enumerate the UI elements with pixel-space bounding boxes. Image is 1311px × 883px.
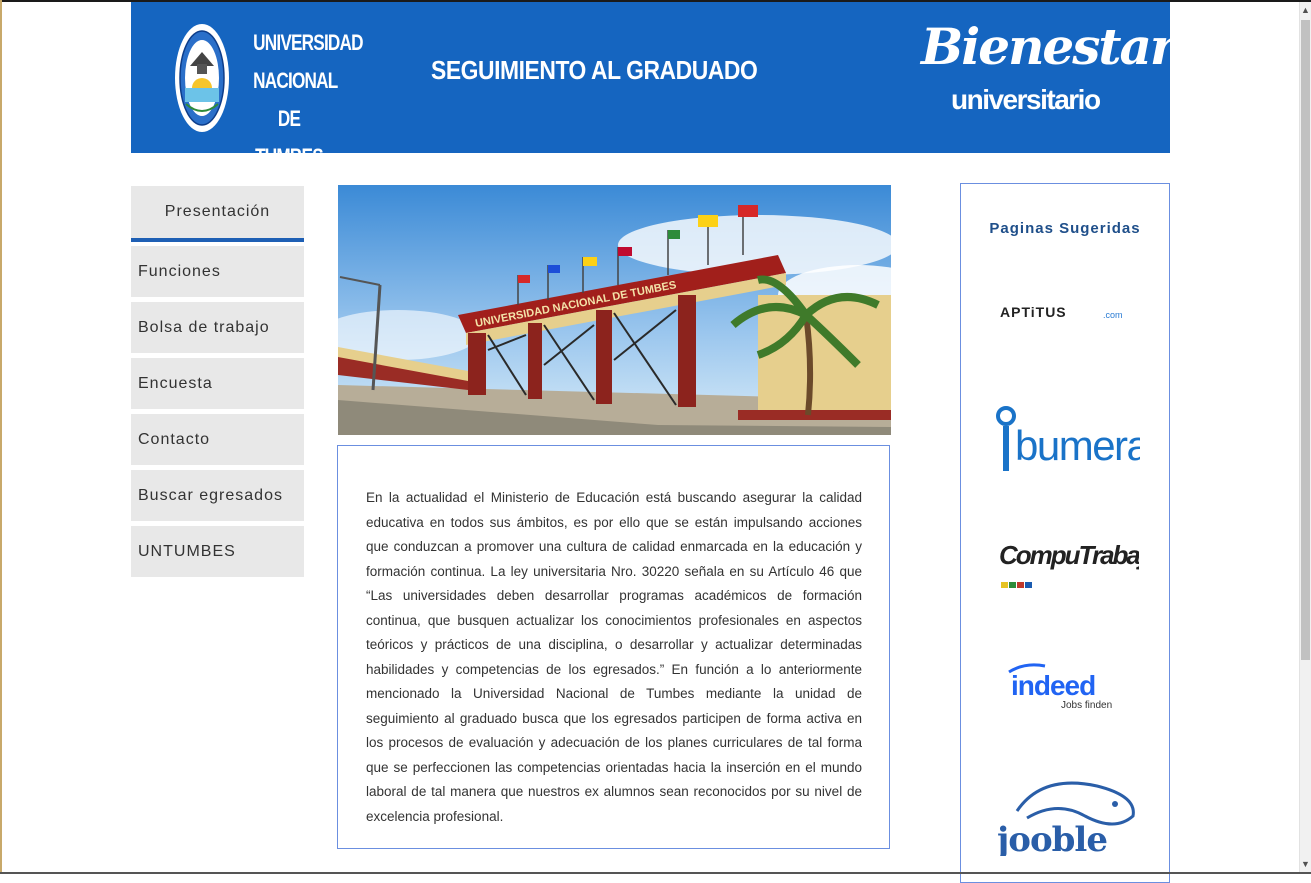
aptitus-logo-suffix: .com — [1103, 310, 1123, 320]
scroll-down-arrow-icon[interactable]: ▼ — [1301, 858, 1310, 870]
bumeran-logo-icon: bumeran — [996, 406, 1172, 471]
indeed-logo-icon: indeed Jobs finden — [1008, 663, 1112, 711]
computrabajo-logo-text: CompuTrabajo — [999, 540, 1139, 570]
nav-item-bolsa-de-trabajo[interactable]: Bolsa de trabajo — [131, 302, 304, 353]
site-header: UNIVERSIDAD NACIONAL DE TUMBES SEGUIMIEN… — [131, 2, 1176, 169]
bumeran-logo-text: bumeran — [1015, 422, 1140, 469]
nav-item-contacto[interactable]: Contacto — [131, 414, 304, 465]
university-name-line3: DE TUMBES — [255, 106, 324, 169]
aptitus-logo-text: APTiTUS — [1000, 304, 1067, 320]
university-seal-icon — [175, 24, 229, 132]
university-gate-photo: UNIVERSIDAD NACIONAL DE TUMBES — [338, 185, 891, 435]
nav-item-untumbes[interactable]: UNTUMBES — [131, 526, 304, 577]
aptitus-link[interactable]: APTiTUS .com — [1000, 301, 1135, 328]
bumeran-link[interactable]: bumeran — [995, 398, 1172, 483]
indeed-logo-tagline: Jobs finden — [1061, 700, 1112, 711]
indeed-link[interactable]: indeed Jobs finden — [1005, 662, 1130, 717]
jooble-logo-icon: jooble — [994, 781, 1135, 860]
indeed-logo-text: indeed — [1011, 670, 1095, 701]
nav-item-presentacion[interactable]: Presentación — [131, 186, 304, 242]
computrabajo-logo-icon: CompuTrabajo — [999, 540, 1162, 588]
university-name-line1: UNIVERSIDAD — [253, 30, 363, 55]
scroll-up-arrow-icon[interactable]: ▲ — [1301, 4, 1310, 16]
nav-item-encuesta[interactable]: Encuesta — [131, 358, 304, 409]
jooble-logo-text: jooble — [997, 820, 1107, 856]
presentation-paragraph: En la actualidad el Ministerio de Educac… — [366, 490, 862, 824]
suggested-pages-sidebar: Paginas Sugeridas APTiTUS .com bumeran C… — [960, 183, 1172, 883]
scrollbar-thumb[interactable] — [1301, 20, 1310, 660]
university-name-line2: NACIONAL — [253, 68, 338, 93]
university-name: UNIVERSIDAD NACIONAL DE TUMBES — [253, 24, 363, 176]
bienestar-logo-subtext: universitario — [951, 84, 1101, 115]
nav-item-funciones[interactable]: Funciones — [131, 246, 304, 297]
computrabajo-link[interactable]: CompuTrabajo — [999, 532, 1162, 599]
left-nav: Presentación Funciones Bolsa de trabajo … — [131, 186, 304, 582]
bienestar-logo-text: Bienestar — [921, 17, 1176, 76]
aptitus-logo-icon: APTiTUS .com — [1000, 304, 1123, 320]
presentation-content-box: En la actualidad el Ministerio de Educac… — [337, 445, 890, 849]
page-title: SEGUIMIENTO AL GRADUADO — [431, 55, 758, 85]
nav-item-buscar-egresados[interactable]: Buscar egresados — [131, 470, 304, 521]
jooble-link[interactable]: jooble — [994, 776, 1142, 861]
sidebar-title: Paginas Sugeridas — [989, 220, 1141, 237]
page-scrollbar[interactable]: ▲ ▼ — [1299, 2, 1311, 872]
